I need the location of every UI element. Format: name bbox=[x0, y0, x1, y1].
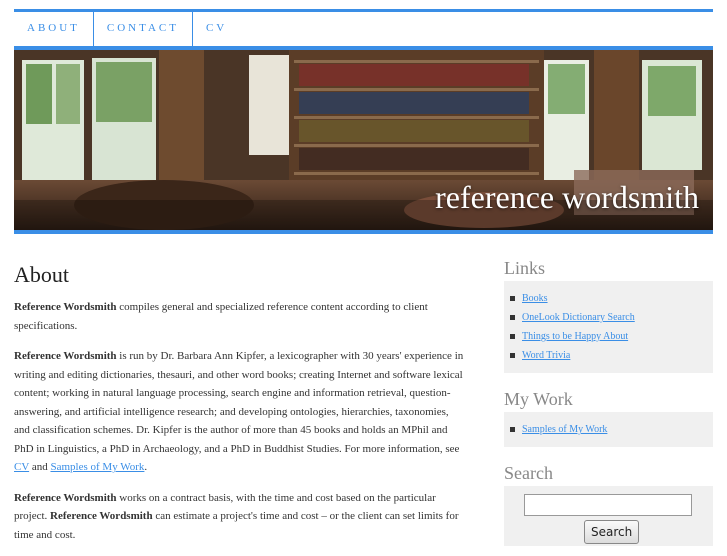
sidebar: Links Books OneLook Dictionary Search Th… bbox=[504, 258, 713, 546]
work-widget-title: My Work bbox=[504, 389, 573, 409]
nav-contact[interactable]: Contact bbox=[94, 12, 193, 46]
bio-connector: and bbox=[29, 461, 51, 473]
links-widget-title: Links bbox=[504, 258, 546, 278]
search-button[interactable]: Search bbox=[584, 520, 640, 544]
nav-cv[interactable]: CV bbox=[193, 12, 240, 46]
page-title: About bbox=[14, 262, 69, 287]
link-onelook[interactable]: OneLook Dictionary Search bbox=[522, 312, 635, 323]
main-nav: About Contact CV bbox=[14, 12, 240, 46]
search-widget: Search bbox=[504, 486, 713, 546]
bio-end: . bbox=[144, 461, 148, 473]
brand-name: Reference Wordsmith bbox=[14, 350, 117, 362]
link-trivia[interactable]: Word Trivia bbox=[522, 350, 570, 361]
header-banner: reference wordsmith bbox=[14, 46, 713, 234]
bullet-icon bbox=[510, 315, 515, 320]
samples-link[interactable]: Samples of My Work bbox=[50, 461, 144, 473]
bio-paragraph: Reference Wordsmith is run by Dr. Barbar… bbox=[14, 347, 464, 477]
bullet-icon bbox=[510, 427, 515, 432]
list-item: Samples of My Work bbox=[510, 420, 705, 439]
list-item: Word Trivia bbox=[510, 346, 705, 365]
search-input[interactable] bbox=[524, 494, 692, 516]
list-item: OneLook Dictionary Search bbox=[510, 308, 705, 327]
main-content: About Reference Wordsmith compiles gener… bbox=[14, 262, 464, 556]
bullet-icon bbox=[510, 353, 515, 358]
link-samples[interactable]: Samples of My Work bbox=[522, 424, 607, 435]
work-widget: Samples of My Work bbox=[504, 412, 713, 447]
link-books[interactable]: Books bbox=[522, 293, 548, 304]
site-title: reference wordsmith bbox=[435, 179, 699, 215]
brand-name: Reference Wordsmith bbox=[14, 491, 117, 504]
bullet-icon bbox=[510, 296, 515, 301]
brand-name: Reference Wordsmith bbox=[14, 301, 117, 313]
bullet-icon bbox=[510, 334, 515, 339]
list-item: Books bbox=[510, 289, 705, 308]
list-item: Things to be Happy About bbox=[510, 327, 705, 346]
nav-about[interactable]: About bbox=[14, 12, 94, 46]
cv-link[interactable]: CV bbox=[14, 461, 29, 473]
bio-text: is run by Dr. Barbara Ann Kipfer, a lexi… bbox=[14, 350, 464, 455]
link-happy[interactable]: Things to be Happy About bbox=[522, 331, 628, 342]
links-widget: Books OneLook Dictionary Search Things t… bbox=[504, 281, 713, 373]
intro-paragraph: Reference Wordsmith compiles general and… bbox=[14, 298, 464, 335]
brand-name: Reference Wordsmith bbox=[50, 510, 153, 522]
contract-paragraph: Reference Wordsmith works on a contract … bbox=[14, 489, 464, 545]
search-widget-title: Search bbox=[504, 463, 553, 483]
